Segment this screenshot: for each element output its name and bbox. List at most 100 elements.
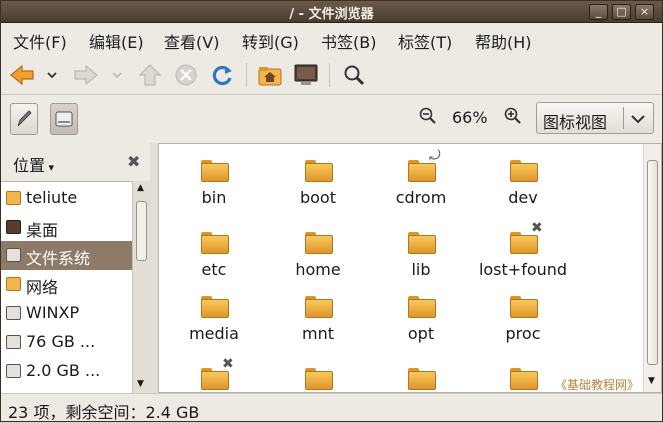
view-mode-select[interactable]: 图标视图 — [536, 102, 654, 134]
watermark-text: 《基础教程网》 — [555, 378, 640, 392]
folder-icon — [305, 232, 333, 254]
zoom-level: 66% — [452, 108, 488, 127]
stop-icon[interactable] — [173, 63, 199, 87]
close-sidebar-icon[interactable]: ✖ — [127, 152, 140, 171]
menu-tabs[interactable]: 标签(T) — [398, 29, 452, 53]
reload-icon[interactable] — [209, 63, 235, 87]
sidebar: 位置 ▾ ✖ teliute 桌面 文件系统 网络 WINXP 76 GB ..… — [1, 143, 154, 393]
folder-item[interactable]: boot — [268, 146, 368, 212]
folder-item[interactable]: mnt — [268, 282, 368, 348]
back-history-chevron-icon[interactable] — [45, 63, 59, 87]
minimize-button[interactable]: _ — [589, 4, 608, 20]
drive-icon — [6, 306, 21, 320]
menu-view[interactable]: 查看(V) — [164, 29, 219, 53]
folder-icon — [201, 160, 229, 182]
maximize-button[interactable]: □ — [612, 4, 631, 20]
folder-icon — [510, 296, 538, 318]
folder-icon — [510, 368, 538, 390]
sidebar-item-filesystem[interactable]: 文件系统 — [1, 241, 132, 270]
sidebar-item-label: teliute — [26, 188, 78, 207]
sidebar-scrollbar[interactable]: ▲ ▼ — [132, 181, 150, 393]
sidebar-item-label: 76 GB ... — [26, 332, 96, 351]
view-mode-label: 图标视图 — [543, 113, 608, 132]
menu-help[interactable]: 帮助(H) — [475, 29, 532, 53]
folder-item[interactable] — [268, 354, 368, 392]
drive-icon — [6, 364, 21, 378]
sidebar-item-label: WINXP — [26, 303, 80, 322]
menu-bar: 文件(F) 编辑(E) 查看(V) 转到(G) 书签(B) 标签(T) 帮助(H… — [1, 23, 662, 55]
folder-icon — [408, 296, 436, 318]
menu-bookmarks[interactable]: 书签(B) — [321, 29, 376, 53]
sidebar-item-76gb[interactable]: 76 GB ... — [1, 328, 132, 357]
sidebar-item-teliute[interactable]: teliute — [1, 184, 132, 213]
folder-item[interactable]: etc — [164, 218, 264, 284]
forward-arrow-icon[interactable] — [73, 63, 99, 87]
folder-item[interactable]: proc — [473, 282, 573, 348]
up-arrow-icon[interactable] — [137, 63, 163, 87]
main-scrollbar[interactable]: ▼ — [643, 144, 661, 392]
search-icon[interactable] — [341, 63, 367, 87]
file-browser-window: / - 文件浏览器 _ □ × 文件(F) 编辑(E) 查看(V) 转到(G) … — [0, 0, 663, 422]
drive-icon — [6, 335, 21, 349]
folder-item[interactable]: bin — [164, 146, 264, 212]
sidebar-item-desktop[interactable]: 桌面 — [1, 213, 132, 242]
folder-name: bin — [201, 188, 227, 207]
network-icon — [6, 277, 21, 291]
location-toolbar: 66% 图标视图 — [1, 96, 662, 142]
folder-item[interactable]: media — [164, 282, 264, 348]
scroll-down-arrow-icon[interactable]: ▼ — [648, 376, 655, 386]
folder-name: opt — [407, 324, 435, 343]
folder-name: dev — [508, 188, 538, 207]
computer-icon[interactable] — [293, 63, 319, 87]
toolbar-separator — [329, 63, 330, 87]
folder-item[interactable] — [371, 354, 471, 392]
back-arrow-icon[interactable] — [9, 63, 35, 87]
sidebar-item-2gb[interactable]: 2.0 GB ... — [1, 357, 132, 386]
main-scroll-thumb[interactable] — [647, 160, 658, 365]
zoom-in-icon[interactable] — [504, 107, 522, 125]
forward-history-chevron-icon[interactable] — [110, 63, 124, 87]
home-folder-icon — [6, 191, 21, 205]
edit-location-button[interactable] — [10, 103, 38, 135]
folder-name: lib — [411, 260, 431, 279]
menu-file[interactable]: 文件(F) — [13, 29, 67, 53]
folder-item[interactable]: ✖ lost+found — [473, 218, 573, 284]
zoom-out-icon[interactable] — [419, 107, 437, 125]
chevron-down-icon: ▾ — [45, 161, 55, 174]
pencil-icon — [17, 110, 32, 127]
scroll-down-arrow-icon[interactable]: ▼ — [137, 379, 144, 389]
menu-edit[interactable]: 编辑(E) — [89, 29, 144, 53]
location-root-button[interactable] — [50, 103, 78, 135]
sidebar-title-dropdown[interactable]: 位置 ▾ — [13, 152, 54, 176]
pane-splitter[interactable] — [150, 143, 158, 393]
folder-item[interactable]: dev — [473, 146, 573, 212]
folder-name: lost+found — [478, 260, 568, 279]
sidebar-title: 位置 — [13, 156, 46, 175]
title-bar[interactable]: / - 文件浏览器 _ □ × — [1, 1, 662, 23]
folder-item[interactable]: ⤾ cdrom — [371, 146, 471, 212]
home-folder-icon[interactable] — [257, 63, 283, 87]
sidebar-scroll-thumb[interactable] — [136, 201, 147, 261]
sidebar-item-winxp[interactable]: WINXP — [1, 299, 132, 328]
sidebar-item-network[interactable]: 网络 — [1, 270, 132, 299]
folder-icon — [305, 160, 333, 182]
folder-icon — [201, 232, 229, 254]
no-access-emblem-icon: ✖ — [531, 220, 543, 236]
no-access-emblem-icon: ✖ — [222, 356, 234, 372]
symlink-emblem-icon: ⤾ — [429, 148, 441, 164]
scroll-up-arrow-icon[interactable]: ▲ — [137, 183, 144, 193]
folder-item[interactable]: opt — [371, 282, 471, 348]
folder-icon — [510, 160, 538, 182]
folder-icon — [305, 368, 333, 390]
folder-item[interactable]: lib — [371, 218, 471, 284]
close-button[interactable]: × — [635, 4, 654, 20]
chevron-down-icon — [631, 115, 645, 124]
menu-go[interactable]: 转到(G) — [242, 29, 299, 53]
drive-icon — [55, 111, 73, 127]
folder-name: mnt — [302, 324, 334, 343]
folder-item[interactable]: home — [268, 218, 368, 284]
desktop-icon — [6, 220, 21, 234]
folder-name: proc — [505, 324, 541, 343]
folder-icon — [408, 368, 436, 390]
folder-item[interactable]: ✖ — [164, 354, 264, 392]
